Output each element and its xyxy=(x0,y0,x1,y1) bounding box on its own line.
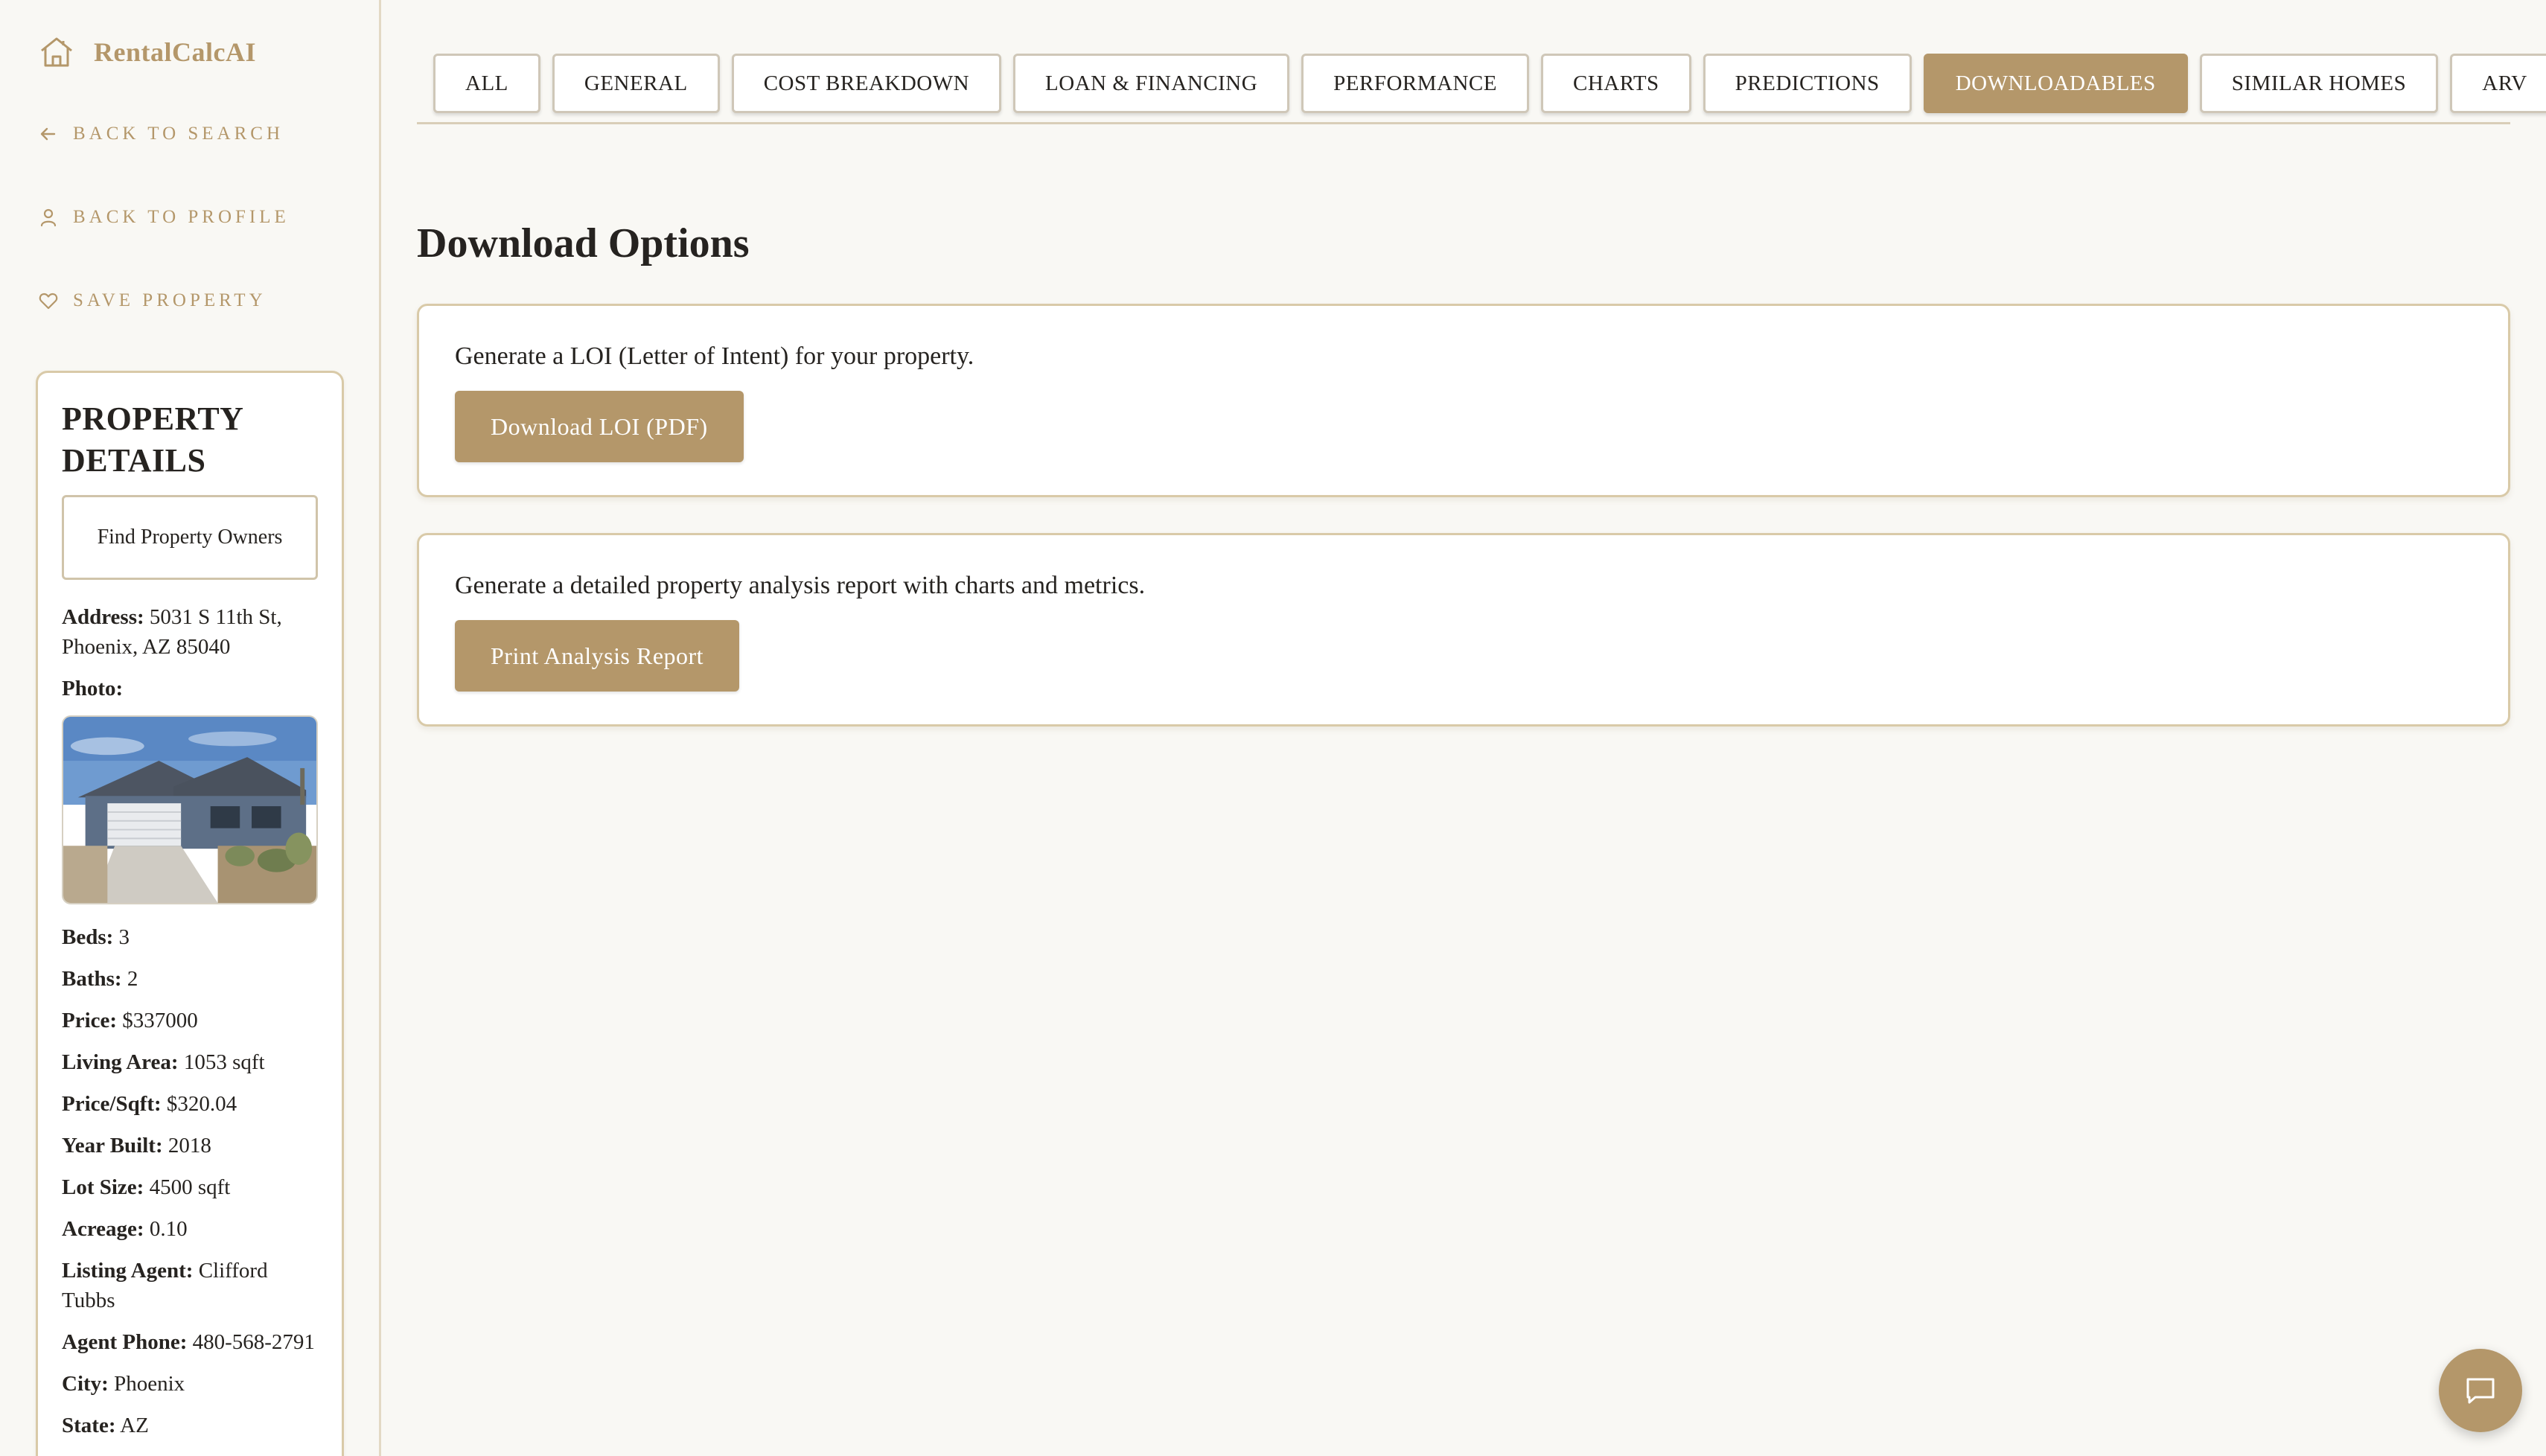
living-area-label: Living Area: xyxy=(62,1050,179,1074)
state-label: State: xyxy=(62,1414,116,1437)
analysis-report-description: Generate a detailed property analysis re… xyxy=(455,572,1146,599)
price-label: Price: xyxy=(62,1009,118,1032)
price-per-sqft-label: Price/Sqft: xyxy=(62,1092,162,1116)
house-photo-image xyxy=(63,717,316,903)
photo-label: Photo: xyxy=(62,677,124,700)
tab-predictions[interactable]: PREDICTIONS xyxy=(1703,54,1912,113)
living-area-row: Living Area: 1053 sqft xyxy=(62,1047,318,1077)
baths-label: Baths: xyxy=(62,967,122,991)
address-row: Address: 5031 S 11th St, Phoenix, AZ 850… xyxy=(62,602,318,662)
city-label: City: xyxy=(62,1372,109,1396)
living-area-value: 1053 sqft xyxy=(183,1050,265,1074)
beds-label: Beds: xyxy=(62,925,114,949)
baths-row: Baths: 2 xyxy=(62,964,318,994)
download-loi-button[interactable]: Download LOI (PDF) xyxy=(455,391,744,462)
tab-downloadables[interactable]: DOWNLOADABLES xyxy=(1923,54,2188,113)
beds-value: 3 xyxy=(118,925,130,949)
price-per-sqft-value: $320.04 xyxy=(166,1092,237,1116)
state-row: State: AZ xyxy=(62,1411,318,1440)
price-value: $337000 xyxy=(122,1009,198,1032)
price-per-sqft-row: Price/Sqft: $320.04 xyxy=(62,1089,318,1119)
lot-size-label: Lot Size: xyxy=(62,1175,144,1199)
tab-loan-financing[interactable]: LOAN & FINANCING xyxy=(1013,54,1290,113)
tab-similar-homes[interactable]: SIMILAR HOMES xyxy=(2199,54,2439,113)
acreage-label: Acreage: xyxy=(62,1217,144,1241)
property-details-card: PROPERTY DETAILS Find Property Owners Ad… xyxy=(36,371,344,1456)
chat-button[interactable] xyxy=(2439,1349,2522,1432)
tab-cost-breakdown[interactable]: COST BREAKDOWN xyxy=(731,54,1002,113)
tab-performance[interactable]: PERFORMANCE xyxy=(1301,54,1529,113)
user-icon xyxy=(40,208,57,227)
brand-name: RentalCalcAI xyxy=(94,37,256,67)
photo-row: Photo: xyxy=(62,674,318,703)
acreage-row: Acreage: 0.10 xyxy=(62,1214,318,1244)
loi-option-card: Generate a LOI (Letter of Intent) for yo… xyxy=(417,304,2510,497)
listing-agent-row: Listing Agent: Clifford Tubbs xyxy=(62,1256,318,1315)
agent-phone-value: 480-568-2791 xyxy=(192,1330,315,1354)
brand[interactable]: RentalCalcAI xyxy=(39,33,256,71)
city-row: City: Phoenix xyxy=(62,1369,318,1399)
tab-general[interactable]: GENERAL xyxy=(552,54,720,113)
year-built-label: Year Built: xyxy=(62,1134,163,1158)
address-label: Address: xyxy=(62,605,144,629)
back-to-profile-label: BACK TO PROFILE xyxy=(73,207,290,227)
tab-bar: ALL GENERAL COST BREAKDOWN LOAN & FINANC… xyxy=(433,54,2546,113)
agent-phone-row: Agent Phone: 480-568-2791 xyxy=(62,1327,318,1357)
agent-phone-label: Agent Phone: xyxy=(62,1330,188,1354)
tabs-divider xyxy=(417,122,2510,124)
house-icon xyxy=(41,37,72,67)
back-to-search-label: BACK TO SEARCH xyxy=(73,124,284,144)
year-built-value: 2018 xyxy=(168,1134,211,1158)
find-property-owners-button[interactable]: Find Property Owners xyxy=(62,495,318,580)
property-details-title: PROPERTY DETAILS xyxy=(62,400,243,479)
save-property-link[interactable]: SAVE PROPERTY xyxy=(39,286,267,316)
beds-row: Beds: 3 xyxy=(62,922,318,952)
analysis-report-option-card: Generate a detailed property analysis re… xyxy=(417,533,2510,727)
city-value: Phoenix xyxy=(114,1372,185,1396)
heart-icon xyxy=(39,293,58,310)
back-to-search-link[interactable]: BACK TO SEARCH xyxy=(39,119,284,149)
sidebar: RentalCalcAI BACK TO SEARCH BACK TO PROF… xyxy=(0,0,381,1456)
save-property-label: SAVE PROPERTY xyxy=(73,290,267,310)
acreage-value: 0.10 xyxy=(149,1217,188,1241)
print-analysis-report-button[interactable]: Print Analysis Report xyxy=(455,620,740,692)
tab-all[interactable]: ALL xyxy=(433,54,540,113)
chat-icon xyxy=(2466,1378,2495,1404)
state-value: AZ xyxy=(120,1414,149,1437)
arrow-left-icon xyxy=(40,127,56,141)
tab-charts[interactable]: CHARTS xyxy=(1540,54,1691,113)
lot-size-row: Lot Size: 4500 sqft xyxy=(62,1172,318,1202)
baths-value: 2 xyxy=(127,967,138,991)
price-row: Price: $337000 xyxy=(62,1006,318,1035)
main-content: ALL GENERAL COST BREAKDOWN LOAN & FINANC… xyxy=(417,0,2546,1456)
download-options-title: Download Options xyxy=(417,220,750,266)
property-photo[interactable] xyxy=(62,715,318,904)
tab-arv[interactable]: ARV xyxy=(2450,54,2546,113)
listing-agent-label: Listing Agent: xyxy=(62,1259,194,1283)
back-to-profile-link[interactable]: BACK TO PROFILE xyxy=(39,202,290,232)
year-built-row: Year Built: 2018 xyxy=(62,1131,318,1160)
lot-size-value: 4500 sqft xyxy=(149,1175,231,1199)
loi-description: Generate a LOI (Letter of Intent) for yo… xyxy=(455,342,974,370)
